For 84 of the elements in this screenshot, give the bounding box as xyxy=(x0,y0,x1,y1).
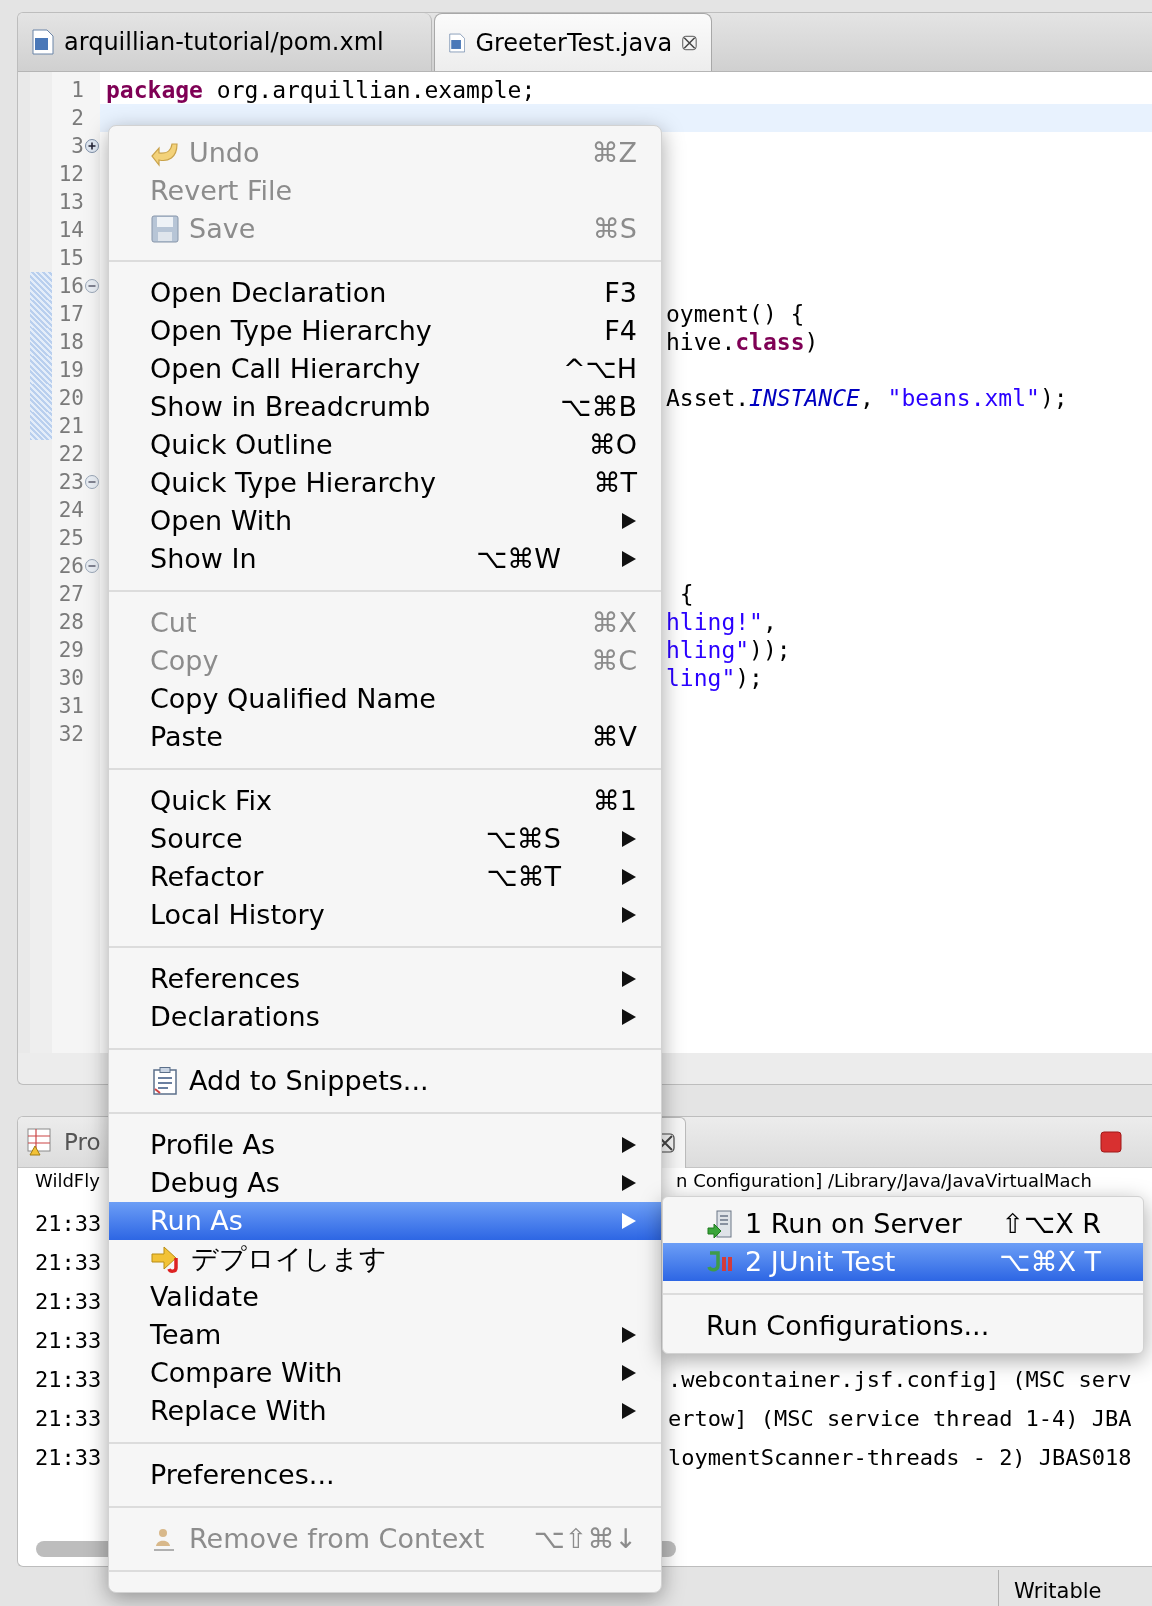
panel-tab[interactable]: Pro xyxy=(26,1124,101,1160)
menu-item[interactable]: Run Configurations... xyxy=(663,1307,1143,1345)
console-title: n Configuration] /Library/Java/JavaVirtualMach xyxy=(676,1170,1092,1192)
log-text: loymentScanner-threads - 2) JBAS018 xyxy=(668,1444,1132,1472)
menu-item[interactable]: Run As xyxy=(109,1202,661,1240)
code-line: hling!", xyxy=(666,609,777,635)
line-number: 18 xyxy=(57,329,84,356)
line-number: 22 xyxy=(57,441,84,468)
menu-item[interactable]: Show In ⌥⌘W xyxy=(109,540,661,578)
line-number: 27 xyxy=(57,581,84,608)
document-icon xyxy=(32,29,54,55)
menu-item[interactable]: Local History xyxy=(109,896,661,934)
line-number: 32 xyxy=(57,721,84,748)
menu-item[interactable]: Preferences... xyxy=(109,1456,661,1494)
menu-item[interactable]: Open Type Hierarchy F4 xyxy=(109,312,661,350)
line-number: 28 xyxy=(57,609,84,636)
line-number: 12 xyxy=(57,161,84,188)
menu-item[interactable]: Copy Qualified Name xyxy=(109,680,661,718)
collapse-icon[interactable] xyxy=(84,558,100,574)
code-line: hling")); xyxy=(666,637,791,663)
log-text: ertow] (MSC service thread 1-4) JBA xyxy=(668,1405,1132,1433)
menu-item[interactable]: Quick Fix ⌘1 xyxy=(109,782,661,820)
log-text: .webcontainer.jsf.config] (MSC serv xyxy=(668,1366,1132,1394)
menu-item[interactable]: 2 JUnit Test ⌥⌘X T xyxy=(663,1243,1143,1281)
menu-item[interactable]: Replace With xyxy=(109,1392,661,1430)
code-line: Asset.INSTANCE, "beans.xml"); xyxy=(666,385,1068,411)
line-number: 30 xyxy=(57,665,84,692)
line-number: 21 xyxy=(57,413,84,440)
code-line: ling"); xyxy=(666,665,763,691)
timestamp: 21:33 xyxy=(35,1367,102,1392)
code-line: { xyxy=(678,581,694,607)
timestamp: 21:33 xyxy=(35,1211,102,1236)
line-number: 29 xyxy=(57,637,84,664)
line-number: 13 xyxy=(57,189,84,216)
menu-item[interactable]: Debug As xyxy=(109,1164,661,1202)
line-number: 31 xyxy=(57,693,84,720)
timestamp: 21:33 xyxy=(35,1406,102,1431)
menu-item[interactable]: Paste ⌘V xyxy=(109,718,661,756)
line-number: 24 xyxy=(57,497,84,524)
menu-item[interactable]: Quick Type Hierarchy ⌘T xyxy=(109,464,661,502)
timestamp: 21:33 xyxy=(35,1250,102,1275)
expand-icon[interactable] xyxy=(84,138,100,154)
menu-item[interactable]: Declarations xyxy=(109,998,661,1036)
line-number: 25 xyxy=(57,525,84,552)
menu-item[interactable]: Open Call Hierarchy ^⌥H xyxy=(109,350,661,388)
line-number: 19 xyxy=(57,357,84,384)
line-number: 14 xyxy=(57,217,84,244)
line-number: 16 xyxy=(57,273,84,300)
menu-item[interactable]: Refactor ⌥⌘T xyxy=(109,858,661,896)
timestamp: 21:33 xyxy=(35,1445,102,1470)
line-number: 23 xyxy=(57,469,84,496)
collapse-icon[interactable] xyxy=(84,474,100,490)
line-number: 1 xyxy=(70,77,84,104)
line-number: 26 xyxy=(57,553,84,580)
menu-item[interactable]: Add to Snippets... xyxy=(109,1062,661,1100)
menu-item[interactable]: Validate xyxy=(109,1278,661,1316)
stop-icon[interactable] xyxy=(1100,1131,1122,1153)
menu-item[interactable]: Open Declaration F3 xyxy=(109,274,661,312)
menu-item[interactable]: Source ⌥⌘S xyxy=(109,820,661,858)
timestamp: 21:33 xyxy=(35,1289,102,1314)
code-line: oyment() { xyxy=(666,301,805,327)
menu-item[interactable]: References xyxy=(109,960,661,998)
status-text: Writable xyxy=(1014,1578,1102,1605)
menu-item[interactable]: Team xyxy=(109,1316,661,1354)
editor-tab[interactable]: arquillian-tutorial/pom.xml xyxy=(18,13,432,71)
menu-item[interactable]: 1 Run on Server ⇧⌥X R xyxy=(663,1205,1143,1243)
menu-item[interactable]: Profile As xyxy=(109,1126,661,1164)
line-number: 2 xyxy=(70,105,84,132)
problems-icon xyxy=(26,1127,54,1157)
console-title: WildFly xyxy=(35,1170,100,1191)
menu-item[interactable]: Compare With xyxy=(109,1354,661,1392)
menu-item[interactable]: Show in Breadcrumb ⌥⌘B xyxy=(109,388,661,426)
editor-tab[interactable]: GreeterTest.java xyxy=(434,13,712,71)
collapse-icon[interactable] xyxy=(84,278,100,294)
timestamp: 21:33 xyxy=(35,1328,102,1353)
menu-item[interactable]: Open With xyxy=(109,502,661,540)
line-number: 3 xyxy=(70,133,84,160)
menu-item[interactable]: デプロイします xyxy=(109,1240,661,1278)
menu-item[interactable]: Quick Outline ⌘O xyxy=(109,426,661,464)
line-number: 17 xyxy=(57,301,84,328)
code-line: hive.class) xyxy=(666,329,819,355)
line-number: 15 xyxy=(57,245,84,272)
code-line: package org.arquillian.example; xyxy=(106,77,536,103)
line-number: 20 xyxy=(57,385,84,412)
